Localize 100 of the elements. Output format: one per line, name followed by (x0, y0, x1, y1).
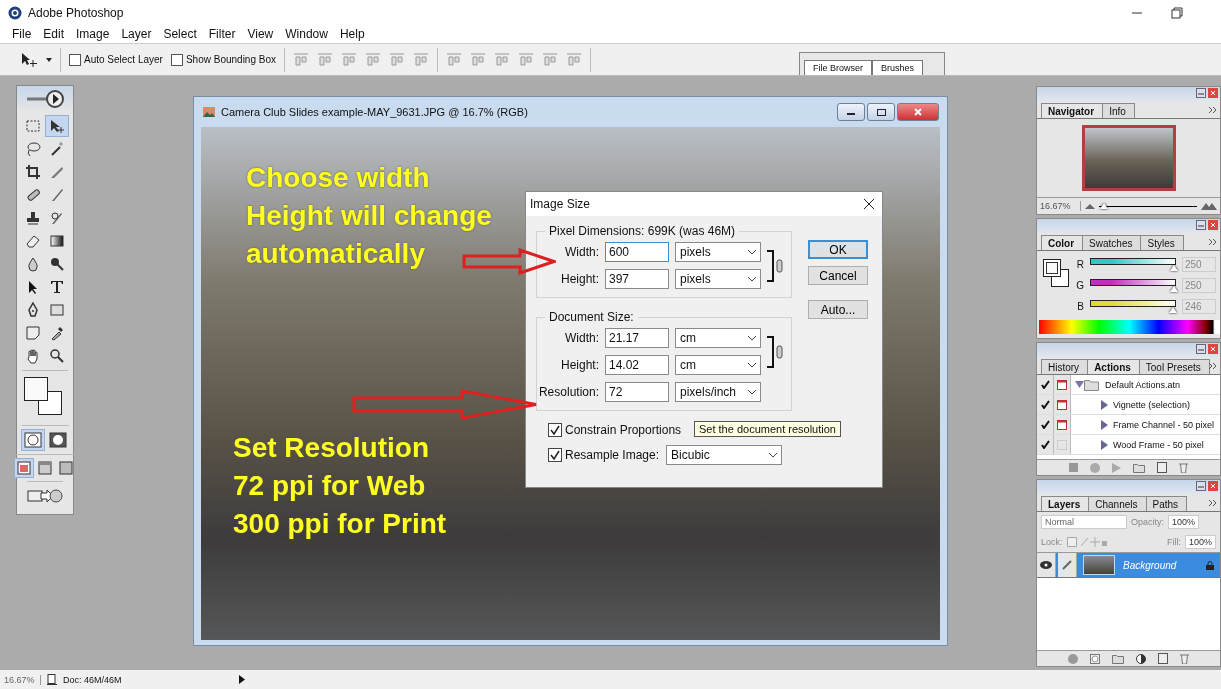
adjustment-icon[interactable] (1136, 653, 1146, 664)
menu-item[interactable]: Help (333, 27, 371, 41)
color-spectrum[interactable] (1039, 320, 1220, 334)
panel-menu-icon[interactable] (1209, 106, 1217, 113)
layer-name[interactable]: Background (1117, 559, 1204, 571)
screen-mode-button[interactable] (36, 459, 54, 477)
menu-item[interactable]: View (241, 27, 280, 41)
zoom-value[interactable]: 16.67% (1040, 201, 1081, 211)
folder-icon[interactable] (1112, 653, 1124, 664)
checkbox[interactable] (548, 448, 562, 462)
zoom-out-icon[interactable] (1085, 203, 1095, 209)
panel-tab[interactable]: Channels (1088, 496, 1147, 511)
panel-menu-icon[interactable] (1209, 499, 1217, 506)
opacity-field[interactable]: 100% (1168, 515, 1200, 529)
menu-item[interactable]: Window (279, 27, 334, 41)
panel-tab[interactable]: History (1041, 359, 1089, 374)
action-name[interactable]: Wood Frame - 50 pixel (1113, 439, 1204, 450)
dialog-button[interactable]: Auto... (808, 300, 868, 319)
checkmark-icon[interactable] (1040, 380, 1050, 389)
layer-row[interactable]: Background (1037, 553, 1220, 578)
palette-well-tab[interactable]: Brushes (872, 60, 924, 75)
toggle-cell[interactable] (1037, 415, 1054, 434)
tool-button[interactable] (46, 116, 68, 136)
menu-item[interactable]: Select (157, 27, 203, 41)
method-dropdown[interactable]: Bicubic (666, 445, 783, 465)
trash-icon[interactable] (1179, 462, 1188, 473)
screen-mode-button[interactable] (15, 459, 33, 477)
play-triangle-icon[interactable] (1101, 399, 1108, 410)
checkmark-icon[interactable] (1040, 400, 1050, 409)
palette-well-tab[interactable]: File Browser (804, 60, 873, 75)
menu-item[interactable]: Image (70, 27, 116, 41)
input-field[interactable]: 600 (605, 242, 669, 262)
minimize-icon[interactable] (1196, 220, 1206, 230)
minimize-button[interactable] (837, 103, 865, 121)
menu-item[interactable]: Filter (202, 27, 242, 41)
input-field[interactable]: 397 (605, 269, 669, 289)
minimize-icon[interactable] (1196, 88, 1206, 98)
dialog-toggle-icon[interactable] (1057, 379, 1067, 390)
checkbox[interactable] (548, 423, 562, 437)
dialog-toggle-cell[interactable] (1054, 415, 1071, 434)
channel-slider[interactable] (1090, 299, 1176, 314)
action-name[interactable]: Default Actions.atn (1105, 379, 1181, 390)
unit-dropdown[interactable]: pixels (675, 269, 761, 289)
menu-item[interactable]: Layer (115, 27, 158, 41)
mask-mode-button[interactable] (46, 430, 69, 450)
action-name[interactable]: Vignette (selection) (1113, 399, 1190, 410)
screen-mode-button[interactable] (57, 459, 75, 477)
dialog-toggle-icon[interactable] (1057, 419, 1067, 430)
dialog-button[interactable]: OK (808, 240, 868, 259)
toggle-cell[interactable] (1037, 435, 1054, 454)
restore-icon[interactable] (1171, 6, 1183, 19)
panel-tab[interactable]: Styles (1140, 235, 1184, 250)
unit-dropdown[interactable]: cm (675, 355, 761, 375)
menu-item[interactable]: File (6, 27, 38, 41)
play-triangle-icon[interactable] (1101, 439, 1108, 450)
dialog-button[interactable]: Cancel (808, 266, 868, 285)
caret-icon[interactable] (46, 57, 52, 62)
toggle-cell[interactable] (1037, 395, 1054, 414)
panel-menu-icon[interactable] (1209, 362, 1217, 369)
dialog-toggle-cell[interactable] (1054, 375, 1071, 394)
checkbox[interactable] (170, 53, 183, 66)
visibility-cell[interactable] (1037, 553, 1056, 577)
input-field[interactable]: 14.02 (605, 355, 669, 375)
unit-dropdown[interactable]: pixels/inch (675, 382, 761, 402)
dialog-toggle-cell[interactable] (1054, 395, 1071, 414)
minimize-icon[interactable] (1196, 481, 1206, 491)
checkmark-icon[interactable] (1040, 440, 1050, 449)
panel-menu-icon[interactable] (1209, 238, 1217, 245)
checkbox[interactable] (69, 53, 81, 66)
channel-slider[interactable] (1090, 257, 1176, 272)
slider-thumb[interactable] (1099, 202, 1108, 209)
slider-thumb[interactable] (1170, 264, 1179, 271)
jump-to-icon[interactable] (27, 486, 63, 504)
menu-triangle-icon[interactable] (239, 675, 245, 684)
trash-icon[interactable] (1180, 653, 1189, 664)
panel-tab[interactable]: Actions (1087, 359, 1140, 374)
panel-tab[interactable]: Color (1041, 235, 1084, 250)
close-icon[interactable] (864, 199, 874, 209)
dialog-toggle-icon[interactable] (1057, 399, 1067, 410)
eye-icon[interactable] (1040, 561, 1052, 569)
folder-icon[interactable] (1133, 462, 1145, 473)
menu-item[interactable]: Edit (37, 27, 71, 41)
blend-mode-dropdown[interactable]: Normal (1041, 515, 1127, 529)
action-name[interactable]: Frame Channel - 50 pixel (1113, 419, 1215, 430)
panel-tab[interactable]: Info (1102, 103, 1135, 118)
zoom-value[interactable]: 16.67% (4, 674, 41, 685)
unit-dropdown[interactable]: pixels (675, 242, 761, 262)
fill-field[interactable]: 100% (1184, 535, 1216, 549)
minimize-icon[interactable] (1196, 344, 1206, 354)
slider-thumb[interactable] (1170, 285, 1179, 292)
move-tool-icon[interactable] (20, 51, 38, 68)
input-field[interactable]: 21.17 (605, 328, 669, 348)
input-field[interactable]: 72 (605, 382, 669, 402)
new-item-icon[interactable] (1158, 653, 1168, 664)
panel-tab[interactable]: Tool Presets (1138, 359, 1210, 374)
unit-dropdown[interactable]: cm (675, 328, 761, 348)
toggle-cell[interactable] (1037, 375, 1054, 394)
play-triangle-icon[interactable] (1101, 419, 1108, 430)
panel-tab[interactable]: Navigator (1041, 103, 1104, 118)
panel-tab[interactable]: Swatches (1082, 235, 1142, 250)
